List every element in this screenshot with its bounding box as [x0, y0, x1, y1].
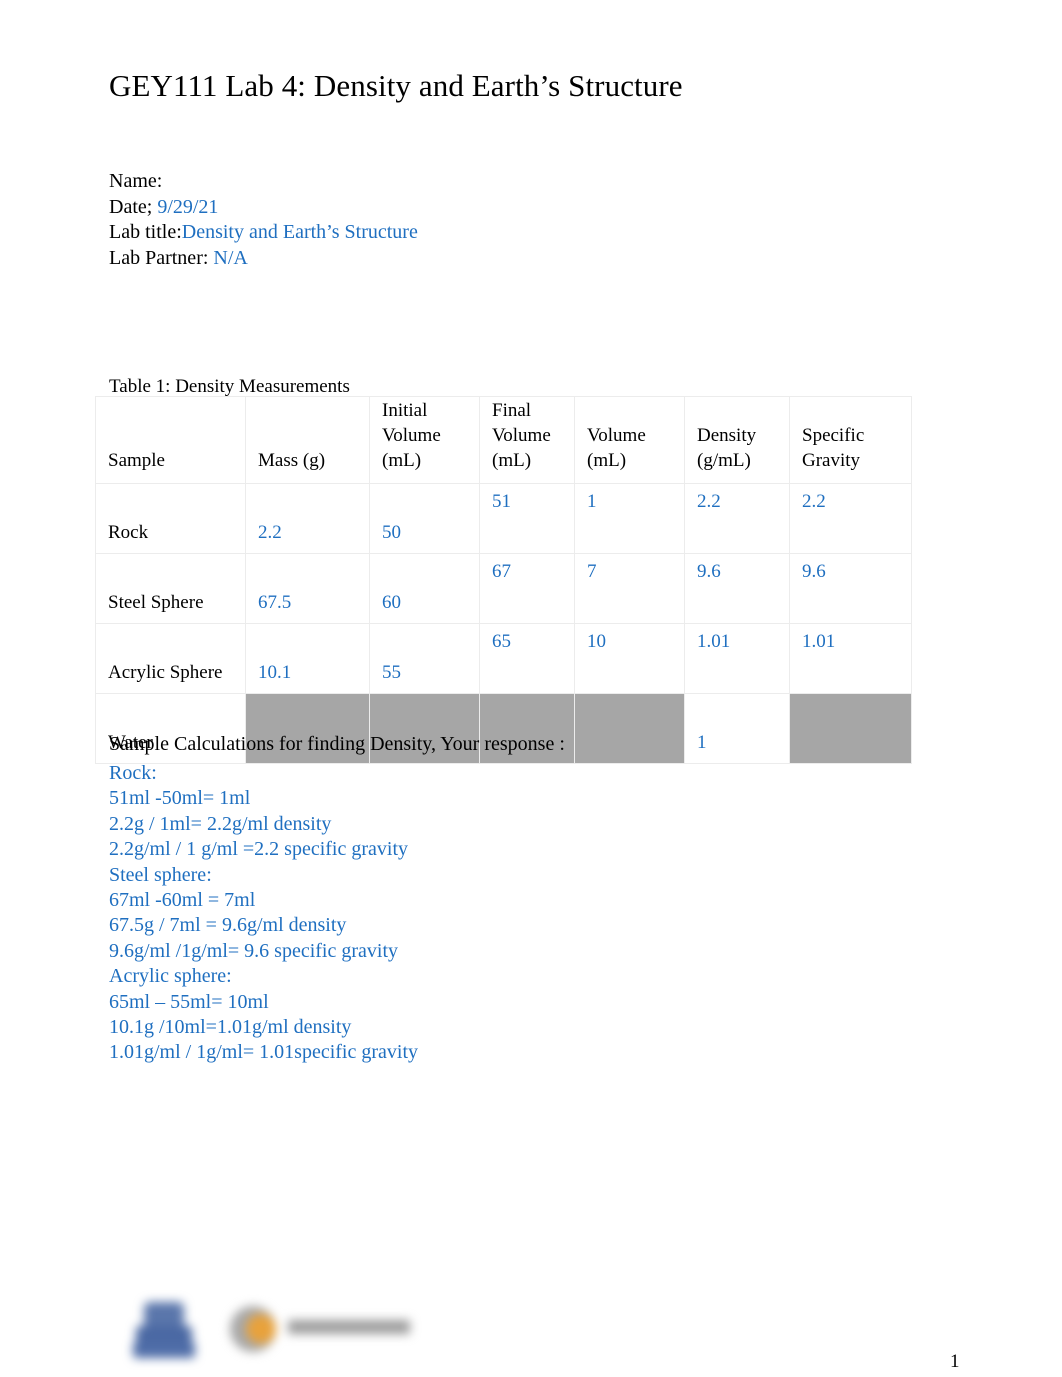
column-header-density: Density (g/mL)	[684, 396, 790, 484]
footer-logos	[131, 1296, 421, 1362]
calculation-line: 10.1g /10ml=1.01g/ml density	[109, 1016, 352, 1039]
column-header-final-volume: Final Volume (mL)	[479, 396, 575, 484]
partner-logo-icon	[224, 1304, 514, 1356]
date-field-line: Date; 9/29/21	[109, 195, 418, 221]
cell-final-volume[interactable]: 51	[479, 483, 575, 554]
lab-title-value[interactable]: Density and Earth’s Structure	[182, 221, 418, 243]
calculation-line: 67.5g / 7ml = 9.6g/ml density	[109, 914, 347, 937]
calculation-line: 2.2g/ml / 1 g/ml =2.2 specific gravity	[109, 838, 409, 861]
lab-title-field-line: Lab title:Density and Earth’s Structure	[109, 220, 418, 246]
cell-specific-gravity-disabled	[789, 693, 912, 764]
density-measurements-table: Sample Mass (g) Initial Volume (mL) Fina…	[95, 396, 912, 764]
date-value[interactable]: 9/29/21	[157, 196, 218, 218]
cell-final-volume[interactable]: 65	[479, 623, 575, 694]
page-title: GEY111 Lab 4: Density and Earth’s Struct…	[109, 68, 683, 103]
institution-logo-icon	[131, 1298, 197, 1360]
lab-partner-label: Lab Partner:	[109, 246, 209, 269]
lab-title-label: Lab title:	[109, 221, 182, 244]
calculation-line: Steel sphere:	[109, 863, 212, 886]
cell-sample: Steel Sphere	[95, 553, 246, 624]
cell-density[interactable]: 1	[684, 693, 790, 764]
calculation-line: Rock:	[109, 762, 157, 784]
cell-mass[interactable]: 2.2	[245, 483, 370, 554]
column-header-initial-volume: Initial Volume (mL)	[369, 396, 480, 484]
table-row: Steel Sphere 67.5 60 67 7 9.6 9.6	[95, 553, 912, 624]
table-row: Acrylic Sphere 10.1 55 65 10 1.01 1.01	[95, 623, 912, 694]
calculation-line: 67ml -60ml = 7ml	[109, 889, 256, 912]
lab-partner-field-line: Lab Partner: N/A	[109, 246, 418, 272]
cell-volume[interactable]: 1	[574, 483, 685, 554]
lab-partner-value[interactable]: N/A	[213, 247, 247, 269]
cell-initial-volume[interactable]: 55	[369, 623, 480, 694]
calculations-prompt: Sample Calculations for finding Density,…	[109, 733, 565, 755]
cell-sample: Rock	[95, 483, 246, 554]
cell-mass[interactable]: 67.5	[245, 553, 370, 624]
column-header-specific-gravity: Specific Gravity	[789, 396, 912, 484]
calculation-line: 65ml – 55ml= 10ml	[109, 990, 269, 1013]
table-row: Rock 2.2 50 51 1 2.2 2.2	[95, 483, 912, 554]
column-header-mass: Mass (g)	[245, 396, 370, 484]
calculation-line: 9.6g/ml /1g/ml= 9.6 specific gravity	[109, 939, 399, 962]
cell-specific-gravity[interactable]: 9.6	[789, 553, 912, 624]
column-header-sample: Sample	[95, 396, 246, 484]
cell-mass[interactable]: 10.1	[245, 623, 370, 694]
document-page: GEY111 Lab 4: Density and Earth’s Struct…	[0, 0, 1062, 1377]
calculation-line: 2.2g / 1ml= 2.2g/ml density	[109, 812, 332, 835]
cell-final-volume[interactable]: 67	[479, 553, 575, 624]
cell-density[interactable]: 9.6	[684, 553, 790, 624]
header-fields: Name: Date; 9/29/21 Lab title:Density an…	[109, 169, 418, 271]
cell-volume[interactable]: 7	[574, 553, 685, 624]
calculation-line: Acrylic sphere:	[109, 965, 232, 988]
cell-volume[interactable]: 10	[574, 623, 685, 694]
table-header-row: Sample Mass (g) Initial Volume (mL) Fina…	[95, 396, 912, 484]
calculation-line: 51ml -50ml= 1ml	[109, 787, 251, 810]
page-number: 1	[950, 1351, 960, 1372]
calculation-line: 1.01g/ml / 1g/ml= 1.01specific gravity	[109, 1041, 419, 1064]
cell-specific-gravity[interactable]: 1.01	[789, 623, 912, 694]
date-label: Date;	[109, 195, 153, 218]
name-label: Name:	[109, 170, 163, 192]
cell-volume-disabled	[574, 693, 685, 764]
cell-density[interactable]: 2.2	[684, 483, 790, 554]
calculations-response[interactable]: Rock: 51ml -50ml= 1ml 2.2g / 1ml= 2.2g/m…	[109, 761, 418, 1066]
cell-initial-volume[interactable]: 50	[369, 483, 480, 554]
column-header-volume: Volume (mL)	[574, 396, 685, 484]
cell-density[interactable]: 1.01	[684, 623, 790, 694]
cell-specific-gravity[interactable]: 2.2	[789, 483, 912, 554]
cell-initial-volume[interactable]: 60	[369, 553, 480, 624]
name-field-line: Name:	[109, 169, 418, 195]
cell-sample: Acrylic Sphere	[95, 623, 246, 694]
